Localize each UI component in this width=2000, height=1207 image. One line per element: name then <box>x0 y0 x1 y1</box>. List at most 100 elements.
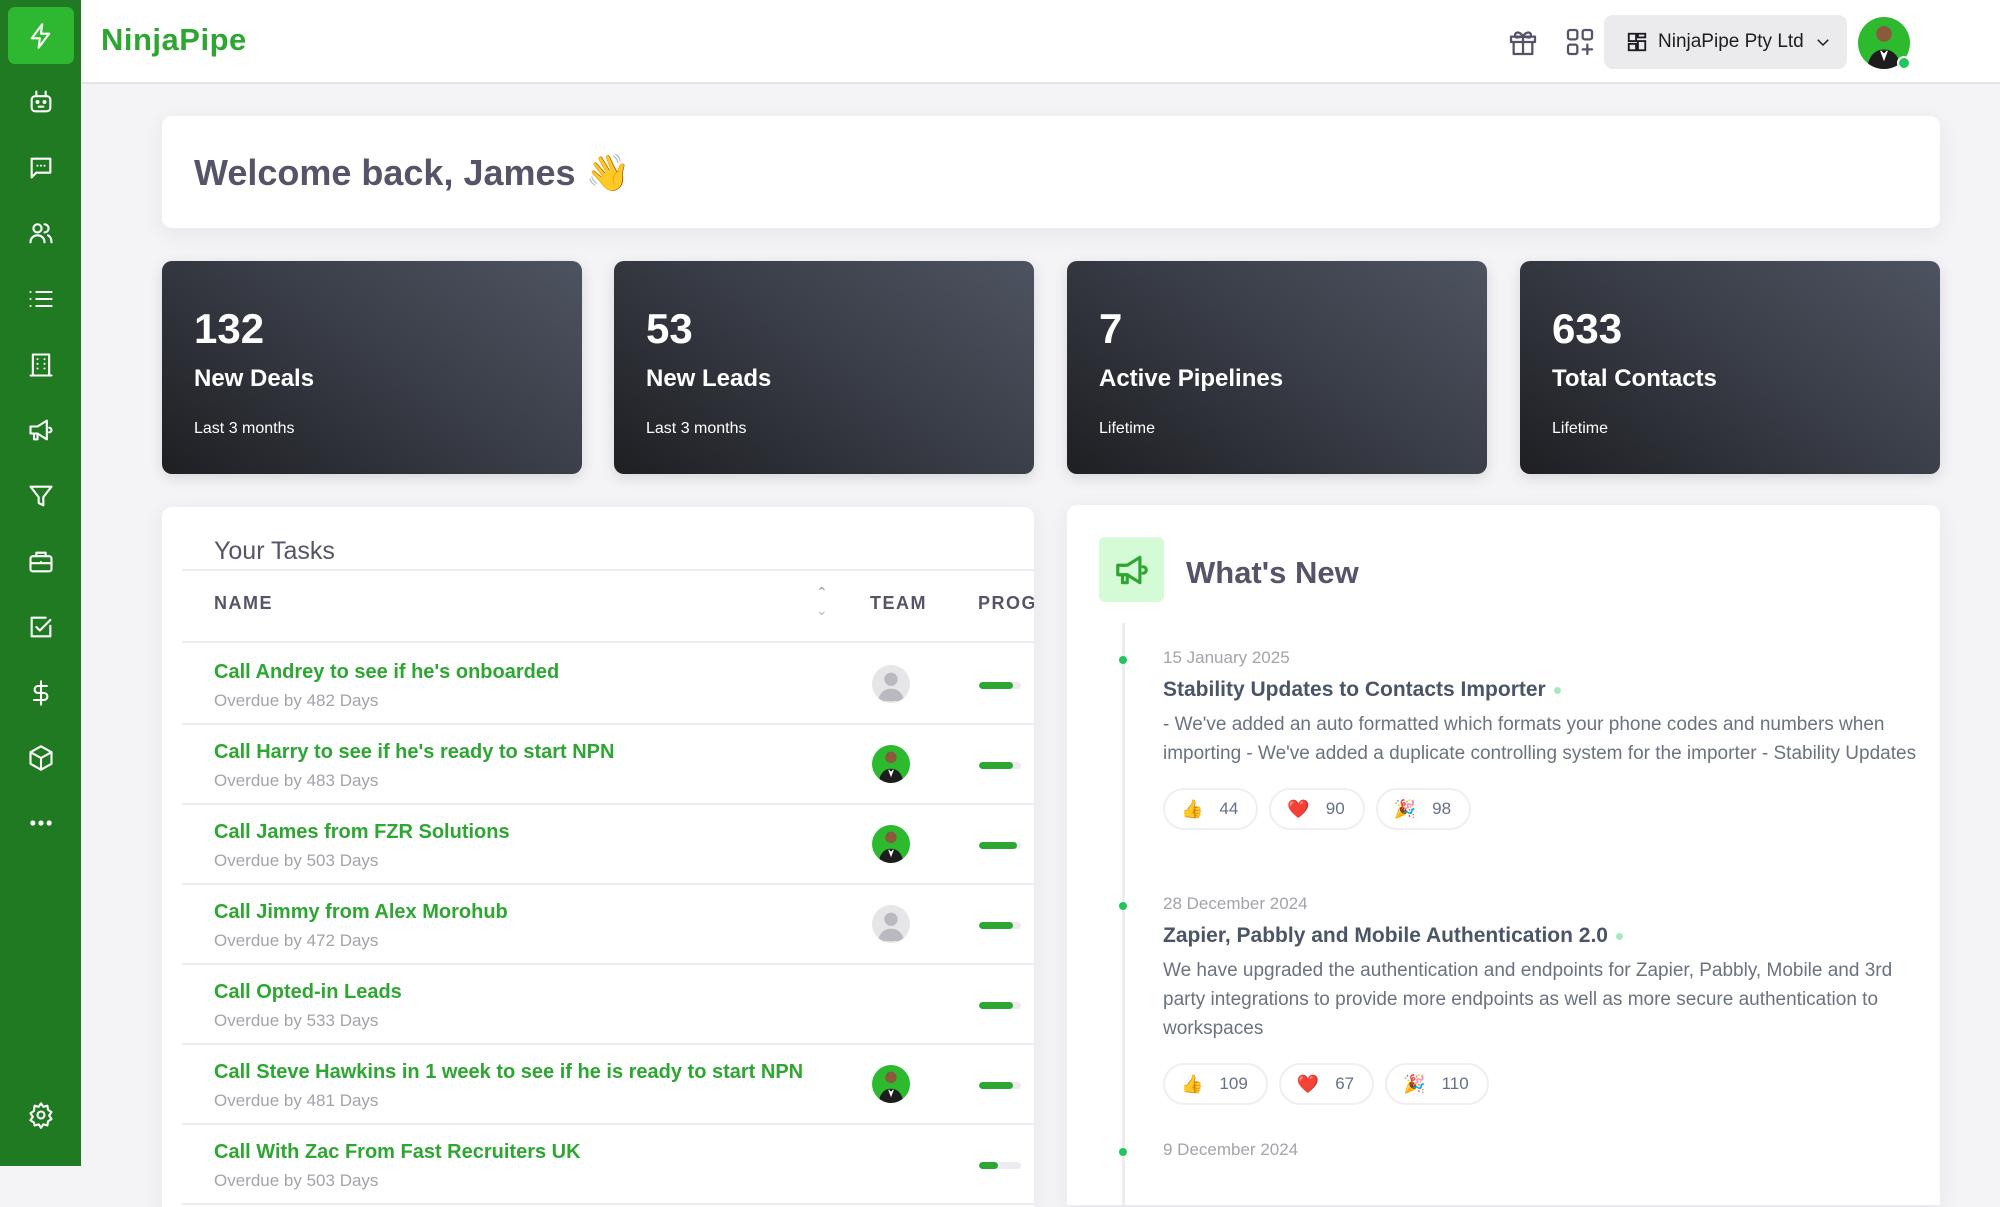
robot-icon <box>30 90 51 113</box>
chevron-down-icon <box>1816 39 1829 47</box>
team-avatar[interactable] <box>872 745 910 783</box>
news-date: 9 December 2024 <box>1163 1140 1299 1159</box>
news-title[interactable]: Zapier, Pabbly and Mobile Authentication… <box>1163 924 1923 948</box>
task-overdue: Overdue by 533 Days <box>214 1011 379 1030</box>
sidebar-item-ai-bot[interactable] <box>0 77 81 127</box>
sidebar-item-invoices[interactable] <box>0 668 81 718</box>
news-body: - We've added an auto formatted which fo… <box>1163 714 1917 764</box>
task-progress-bar <box>979 922 1021 929</box>
stat-card-new-leads[interactable]: 53 New Leads Last 3 months <box>614 261 1034 474</box>
task-progress-fill <box>979 1082 1013 1089</box>
reactions: 👍 109 ❤️ 67 🎉 110 <box>1163 1063 1923 1105</box>
task-progress-fill <box>979 1002 1013 1009</box>
task-row[interactable]: Call Opted-in Leads Overdue by 533 Days <box>182 965 1034 1045</box>
gift-icon <box>1509 31 1537 56</box>
sidebar-item-campaigns[interactable] <box>0 405 81 455</box>
users-icon <box>28 223 53 244</box>
sidebar-item-settings[interactable] <box>0 1090 81 1140</box>
sort-up-icon: ⌃ <box>816 584 828 600</box>
task-progress-bar <box>979 842 1021 849</box>
task-overdue: Overdue by 472 Days <box>214 931 379 950</box>
user-placeholder-icon <box>877 912 905 942</box>
reaction-thumbs-up[interactable]: 👍 109 <box>1163 1063 1268 1105</box>
task-progress-bar <box>979 1002 1021 1009</box>
welcome-heading: Welcome back, James 👋 <box>194 152 631 193</box>
stat-label: New Deals <box>194 365 315 392</box>
person-photo-icon <box>878 1071 904 1103</box>
task-progress-fill <box>979 762 1013 769</box>
new-indicator-dot <box>1553 686 1561 694</box>
sidebar-item-dashboard[interactable] <box>8 7 74 64</box>
task-title[interactable]: Call Harry to see if he's ready to start… <box>214 741 614 764</box>
sidebar-item-tasks[interactable] <box>0 602 81 652</box>
reaction-party[interactable]: 🎉 110 <box>1385 1063 1489 1105</box>
task-title[interactable]: Call Steve Hawkins in 1 week to see if h… <box>214 1061 803 1084</box>
sort-toggle[interactable]: ⌃ ⌄ <box>816 583 828 619</box>
reaction-heart[interactable]: ❤️ 67 <box>1278 1063 1375 1105</box>
sidebar-item-conversations[interactable] <box>0 143 81 193</box>
sidebar-item-companies[interactable] <box>0 340 81 390</box>
cube-icon <box>28 745 53 771</box>
stat-value: 633 <box>1552 305 1623 352</box>
team-avatar[interactable] <box>872 1065 910 1103</box>
timeline-dot <box>1119 902 1127 910</box>
party-popper-icon: 🎉 <box>1403 1073 1426 1094</box>
workspace-selector[interactable]: NinjaPipe Pty Ltd <box>1604 15 1847 69</box>
column-header-team[interactable]: TEAM <box>870 593 927 614</box>
task-progress-bar <box>979 1082 1021 1089</box>
sidebar-item-deals[interactable] <box>0 537 81 587</box>
sidebar-item-lists[interactable] <box>0 274 81 324</box>
sidebar-item-products[interactable] <box>0 733 81 783</box>
list-icon <box>28 290 53 308</box>
tasks-table-header: NAME ⌃ ⌄ TEAM PROG <box>182 569 1034 643</box>
user-placeholder-icon <box>877 672 905 702</box>
stat-card-active-pipelines[interactable]: 7 Active Pipelines Lifetime <box>1067 261 1487 474</box>
reaction-heart[interactable]: ❤️ 90 <box>1269 788 1365 830</box>
task-title[interactable]: Call James from FZR Solutions <box>214 821 510 844</box>
reaction-thumbs-up[interactable]: 👍 44 <box>1163 788 1259 830</box>
task-title[interactable]: Call Opted-in Leads <box>214 981 402 1004</box>
thumbs-up-icon: 👍 <box>1181 798 1204 819</box>
sidebar-item-contacts[interactable] <box>0 208 81 258</box>
app-logo[interactable]: NinjaPipe <box>101 22 247 58</box>
task-row[interactable]: Call With Zac From Fast Recruiters UK Ove… <box>182 1125 1034 1205</box>
gift-button[interactable] <box>1505 24 1541 60</box>
timeline-line <box>1122 623 1125 1205</box>
news-date: 15 January 2025 <box>1163 648 1290 667</box>
add-app-button[interactable] <box>1562 24 1598 60</box>
task-title[interactable]: Call Andrey to see if he's onboarded <box>214 661 559 684</box>
sidebar-item-more[interactable] <box>0 798 81 848</box>
task-title[interactable]: Call With Zac From Fast Recruiters UK <box>214 1141 581 1164</box>
add-app-icon <box>1566 28 1594 56</box>
reactions: 👍 44 ❤️ 90 🎉 98 <box>1163 788 1923 830</box>
task-title[interactable]: Call Jimmy from Alex Morohub <box>214 901 508 924</box>
team-avatar[interactable] <box>872 825 910 863</box>
checkbox-icon <box>30 616 51 638</box>
whats-new-badge <box>1099 537 1164 602</box>
stat-label: Active Pipelines <box>1099 365 1284 392</box>
team-avatar[interactable] <box>872 665 910 703</box>
workspace-name: NinjaPipe Pty Ltd <box>1658 31 1804 52</box>
news-title[interactable]: Stability Updates to Contacts Importer <box>1163 678 1923 702</box>
stat-card-total-contacts[interactable]: 633 Total Contacts Lifetime <box>1520 261 1940 474</box>
stat-card-new-deals[interactable]: 132 New Deals Last 3 months <box>162 261 582 474</box>
task-overdue: Overdue by 503 Days <box>214 851 379 870</box>
task-row[interactable]: Call Andrey to see if he's onboarded Over… <box>182 645 1034 725</box>
building-icon <box>28 353 53 377</box>
stat-period: Lifetime <box>1552 420 1609 437</box>
stat-label: Total Contacts <box>1552 365 1717 392</box>
task-row[interactable]: Call Jimmy from Alex Morohub Overdue by 4… <box>182 885 1034 965</box>
news-entry: 15 January 2025 Stability Updates to Con… <box>1119 648 1923 830</box>
stat-period: Last 3 months <box>194 420 295 437</box>
column-header-progress[interactable]: PROG <box>978 593 1034 614</box>
task-row[interactable]: Call Harry to see if he's ready to start… <box>182 725 1034 805</box>
reaction-party[interactable]: 🎉 98 <box>1375 788 1472 830</box>
sidebar-item-pipelines[interactable] <box>0 471 81 521</box>
task-row[interactable]: Call Steve Hawkins in 1 week to see if h… <box>182 1045 1034 1125</box>
task-row[interactable]: Call James from FZR Solutions Overdue by … <box>182 805 1034 885</box>
task-progress-fill <box>979 682 1013 689</box>
tasks-card: Your Tasks NAME ⌃ ⌄ TEAM PROG Call Andrey… <box>162 507 1034 1207</box>
team-avatar[interactable] <box>872 905 910 943</box>
gear-icon <box>28 1102 53 1129</box>
column-header-name[interactable]: NAME <box>214 593 273 614</box>
